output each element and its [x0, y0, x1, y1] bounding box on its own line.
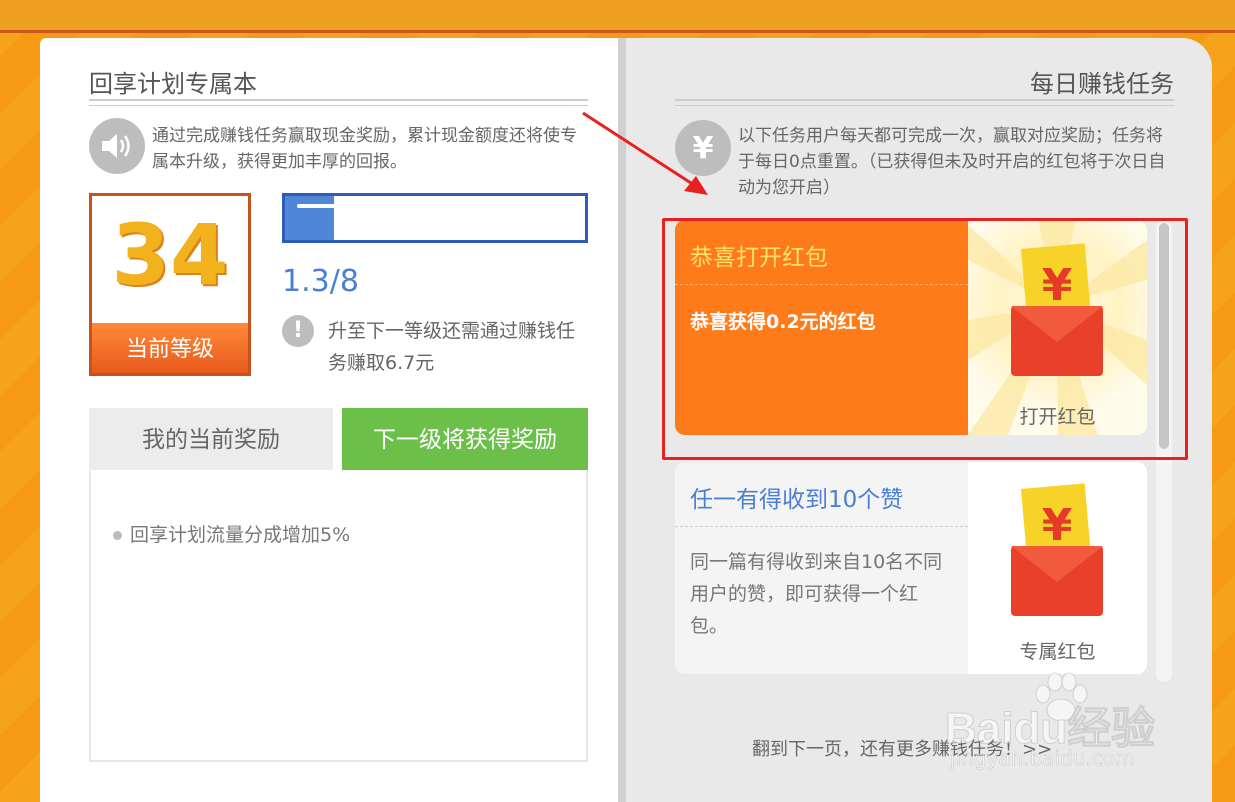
reward-item-text: 回享计划流量分成增加5% [130, 524, 351, 546]
task-card-likes[interactable]: 任一有得收到10个赞 同一篇有得收到来自10名不同用户的赞，即可获得一个红包。 … [675, 462, 1147, 674]
right-title-rule [675, 99, 1174, 106]
progress-fill [285, 196, 334, 240]
bullet-icon [113, 531, 122, 540]
frame-top-border [0, 0, 1235, 33]
envelope-yen: ¥ [1041, 500, 1073, 551]
speaker-icon [89, 118, 145, 174]
left-page-title: 回享计划专属本 [89, 70, 257, 98]
level-label: 当前等级 [92, 323, 248, 373]
upgrade-hint: 升至下一等级还需通过赚钱任务赚取6.7元 [328, 320, 576, 374]
level-progress-bar [282, 193, 588, 243]
yen-icon: ¥ [675, 120, 731, 176]
progress-text: 1.3/8 [282, 264, 359, 299]
left-title-rule [89, 99, 588, 106]
level-number: 34 [111, 206, 229, 304]
reward-item: 回享计划流量分成增加5% [113, 520, 350, 547]
envelope-flap [1011, 546, 1103, 582]
exclusive-red-packet-button[interactable]: ¥ 专属红包 [968, 462, 1147, 674]
tab-next-level-rewards[interactable]: 下一级将获得奖励 [342, 408, 588, 470]
task-body: 同一篇有得收到来自10名不同用户的赞，即可获得一个红包。 [690, 551, 943, 637]
right-page-title: 每日赚钱任务 [1030, 70, 1174, 98]
exclamation-icon: ! [282, 315, 314, 347]
tab-current-rewards[interactable]: 我的当前奖励 [89, 408, 333, 470]
task-title: 任一有得收到10个赞 [690, 487, 904, 513]
task-divider [675, 526, 968, 527]
task-card-info: 任一有得收到10个赞 同一篇有得收到来自10名不同用户的赞，即可获得一个红包。 [675, 462, 968, 674]
baidu-watermark: Baidu经验 jingyan.baidu.com [944, 672, 1175, 772]
exclusive-red-packet-label: 专属红包 [1019, 641, 1096, 663]
current-level-badge: 34 当前等级 [89, 193, 251, 376]
right-intro-text: 以下任务用户每天都可完成一次，赢取对应奖励；任务将于每日0点重置。（已获得但未及… [738, 126, 1166, 198]
watermark-url: jingyan.baidu.com [950, 746, 1135, 771]
reward-panel: 回享计划流量分成增加5% [89, 470, 588, 762]
progress-shine [297, 204, 337, 208]
left-intro-text: 通过完成赚钱任务赢取现金奖励，累计现金额度还将使专属本升级，获得更加丰厚的回报。 [152, 126, 577, 172]
highlight-box [662, 218, 1188, 460]
